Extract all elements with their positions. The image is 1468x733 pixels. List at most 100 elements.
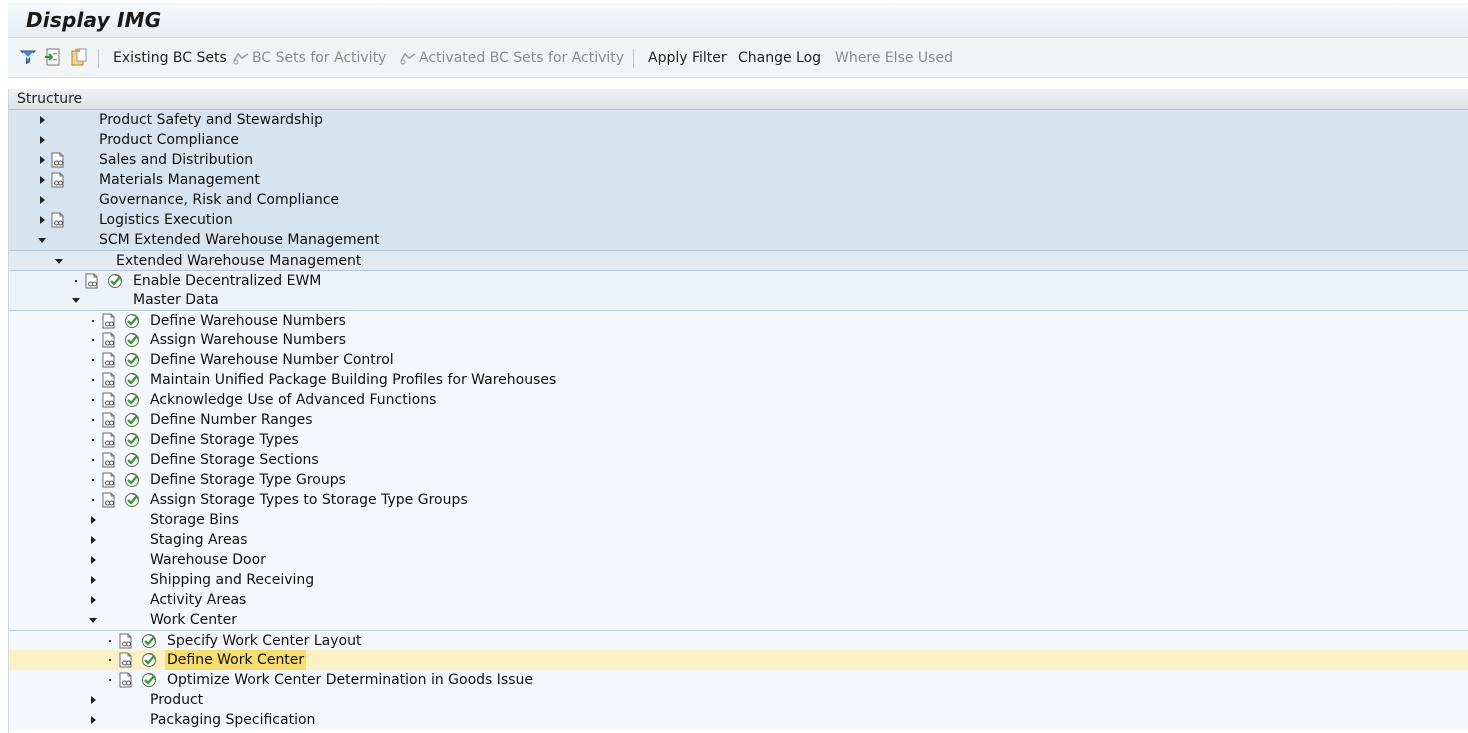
tree-activity-row[interactable]: Define Warehouse Numbers: [9, 310, 1468, 330]
execute-activity-icon[interactable]: [124, 372, 140, 388]
expand-arrow-icon[interactable]: [38, 110, 48, 130]
tree-activity-row[interactable]: Assign Warehouse Numbers: [9, 330, 1468, 350]
tree-item-label[interactable]: Master Data: [133, 290, 219, 310]
documentation-icon[interactable]: [50, 172, 66, 188]
documentation-icon[interactable]: [118, 633, 134, 649]
tree-activity-row[interactable]: Define Warehouse Number Control: [9, 350, 1468, 370]
clipboard-icon[interactable]: [69, 47, 89, 67]
tree-item-label[interactable]: SCM Extended Warehouse Management: [99, 230, 380, 250]
tree-item-label[interactable]: Acknowledge Use of Advanced Functions: [150, 390, 436, 410]
tree-item-label[interactable]: Activity Areas: [150, 590, 246, 610]
tree-item-label[interactable]: Define Warehouse Numbers: [150, 311, 346, 331]
documentation-icon[interactable]: [101, 313, 117, 329]
tree-node-row[interactable]: Sales and Distribution: [9, 150, 1468, 170]
tree-activity-row[interactable]: Define Storage Type Groups: [9, 470, 1468, 490]
execute-activity-icon[interactable]: [141, 672, 157, 688]
expand-arrow-icon[interactable]: [89, 510, 99, 530]
tree-item-label[interactable]: Maintain Unified Package Building Profil…: [150, 370, 556, 390]
tree-activity-row[interactable]: Optimize Work Center Determination in Go…: [9, 670, 1468, 690]
tree-item-label[interactable]: Warehouse Door: [150, 550, 266, 570]
expand-arrow-icon[interactable]: [38, 210, 48, 230]
tree-item-label[interactable]: Shipping and Receiving: [150, 570, 314, 590]
tree-activity-row[interactable]: Define Work Center: [9, 650, 1468, 670]
tree-item-label[interactable]: Assign Warehouse Numbers: [150, 330, 346, 350]
expand-arrow-icon[interactable]: [89, 590, 99, 610]
tree-activity-row[interactable]: Define Storage Types: [9, 430, 1468, 450]
documentation-icon[interactable]: [50, 152, 66, 168]
tree-item-label[interactable]: Enable Decentralized EWM: [133, 271, 321, 291]
tree-activity-row[interactable]: Define Storage Sections: [9, 450, 1468, 470]
tree-node-row[interactable]: Materials Management: [9, 170, 1468, 190]
documentation-icon[interactable]: [118, 652, 134, 668]
tree-node-row[interactable]: Activity Areas: [9, 590, 1468, 610]
documentation-icon[interactable]: [101, 452, 117, 468]
apply-filter-button[interactable]: Apply Filter: [648, 49, 727, 69]
tree-item-label[interactable]: Extended Warehouse Management: [116, 251, 361, 271]
execute-activity-icon[interactable]: [124, 313, 140, 329]
execute-activity-icon[interactable]: [124, 352, 140, 368]
tree-node-row[interactable]: Product Compliance: [9, 130, 1468, 150]
tree-activity-row[interactable]: Assign Storage Types to Storage Type Gro…: [9, 490, 1468, 510]
documentation-icon[interactable]: [101, 392, 117, 408]
tree-item-label[interactable]: Assign Storage Types to Storage Type Gro…: [150, 490, 468, 510]
tree-item-label[interactable]: Storage Bins: [150, 510, 239, 530]
tree-item-label[interactable]: Define Storage Type Groups: [150, 470, 346, 490]
execute-activity-icon[interactable]: [141, 652, 157, 668]
documentation-icon[interactable]: [118, 672, 134, 688]
execute-activity-icon[interactable]: [124, 492, 140, 508]
expand-arrow-icon[interactable]: [89, 710, 99, 730]
tree-activity-row[interactable]: Specify Work Center Layout: [9, 630, 1468, 650]
tree-item-label[interactable]: Work Center: [150, 610, 237, 630]
execute-activity-icon[interactable]: [124, 392, 140, 408]
tree-item-label[interactable]: Sales and Distribution: [99, 150, 253, 170]
tree-item-label[interactable]: Define Warehouse Number Control: [150, 350, 394, 370]
execute-activity-icon[interactable]: [124, 452, 140, 468]
bc-sets-for-activity-button[interactable]: BC Sets for Activity: [232, 49, 386, 69]
collapse-arrow-icon[interactable]: [72, 290, 82, 310]
execute-activity-icon[interactable]: [124, 472, 140, 488]
tree-item-label[interactable]: Logistics Execution: [99, 210, 233, 230]
documentation-icon[interactable]: [101, 432, 117, 448]
execute-activity-icon[interactable]: [141, 633, 157, 649]
tree-node-row[interactable]: Work Center: [9, 610, 1468, 630]
change-log-button[interactable]: Change Log: [738, 49, 821, 69]
existing-bc-sets-button[interactable]: Existing BC Sets: [113, 49, 227, 69]
tree-node-row[interactable]: Staging Areas: [9, 530, 1468, 550]
tree-node-row[interactable]: Product Safety and Stewardship: [9, 110, 1468, 130]
tree-item-label[interactable]: Product Safety and Stewardship: [99, 110, 323, 130]
tree-node-row[interactable]: Product: [9, 690, 1468, 710]
tree-node-row[interactable]: Storage Bins: [9, 510, 1468, 530]
tree-node-row[interactable]: Shipping and Receiving: [9, 570, 1468, 590]
execute-activity-icon[interactable]: [107, 273, 123, 289]
tree-node-row[interactable]: Master Data: [9, 290, 1468, 310]
collapse-arrow-icon[interactable]: [38, 230, 48, 250]
where-else-used-button[interactable]: Where Else Used: [835, 49, 953, 69]
expand-arrow-icon[interactable]: [38, 190, 48, 210]
tree-item-label[interactable]: Define Number Ranges: [150, 410, 313, 430]
tree-node-row[interactable]: Governance, Risk and Compliance: [9, 190, 1468, 210]
documentation-icon[interactable]: [101, 352, 117, 368]
tree-item-label[interactable]: Define Work Center: [165, 650, 307, 670]
tree-item-label[interactable]: Packaging Specification: [150, 710, 315, 730]
tree-activity-row[interactable]: Acknowledge Use of Advanced Functions: [9, 390, 1468, 410]
tree-item-label[interactable]: Product: [150, 690, 203, 710]
tree-item-label[interactable]: Governance, Risk and Compliance: [99, 190, 339, 210]
tree-item-label[interactable]: Staging Areas: [150, 530, 247, 550]
tree-node-row[interactable]: Packaging Specification: [9, 710, 1468, 730]
tree-node-row[interactable]: SCM Extended Warehouse Management: [9, 230, 1468, 250]
expand-arrow-icon[interactable]: [38, 130, 48, 150]
tree-node-row[interactable]: Warehouse Door: [9, 550, 1468, 570]
documentation-icon[interactable]: [101, 472, 117, 488]
documentation-icon[interactable]: [84, 273, 100, 289]
tree-node-row[interactable]: Logistics Execution: [9, 210, 1468, 230]
tree-activity-row[interactable]: Enable Decentralized EWM: [9, 270, 1468, 290]
expand-arrow-icon[interactable]: [89, 690, 99, 710]
expand-arrow-icon[interactable]: [89, 530, 99, 550]
expand-arrow-icon[interactable]: [89, 550, 99, 570]
collapse-arrow-icon[interactable]: [55, 251, 65, 271]
tree-item-label[interactable]: Define Storage Sections: [150, 450, 319, 470]
export-icon[interactable]: [43, 47, 63, 67]
execute-activity-icon[interactable]: [124, 332, 140, 348]
tree-item-label[interactable]: Define Storage Types: [150, 430, 299, 450]
expand-arrow-icon[interactable]: [89, 570, 99, 590]
